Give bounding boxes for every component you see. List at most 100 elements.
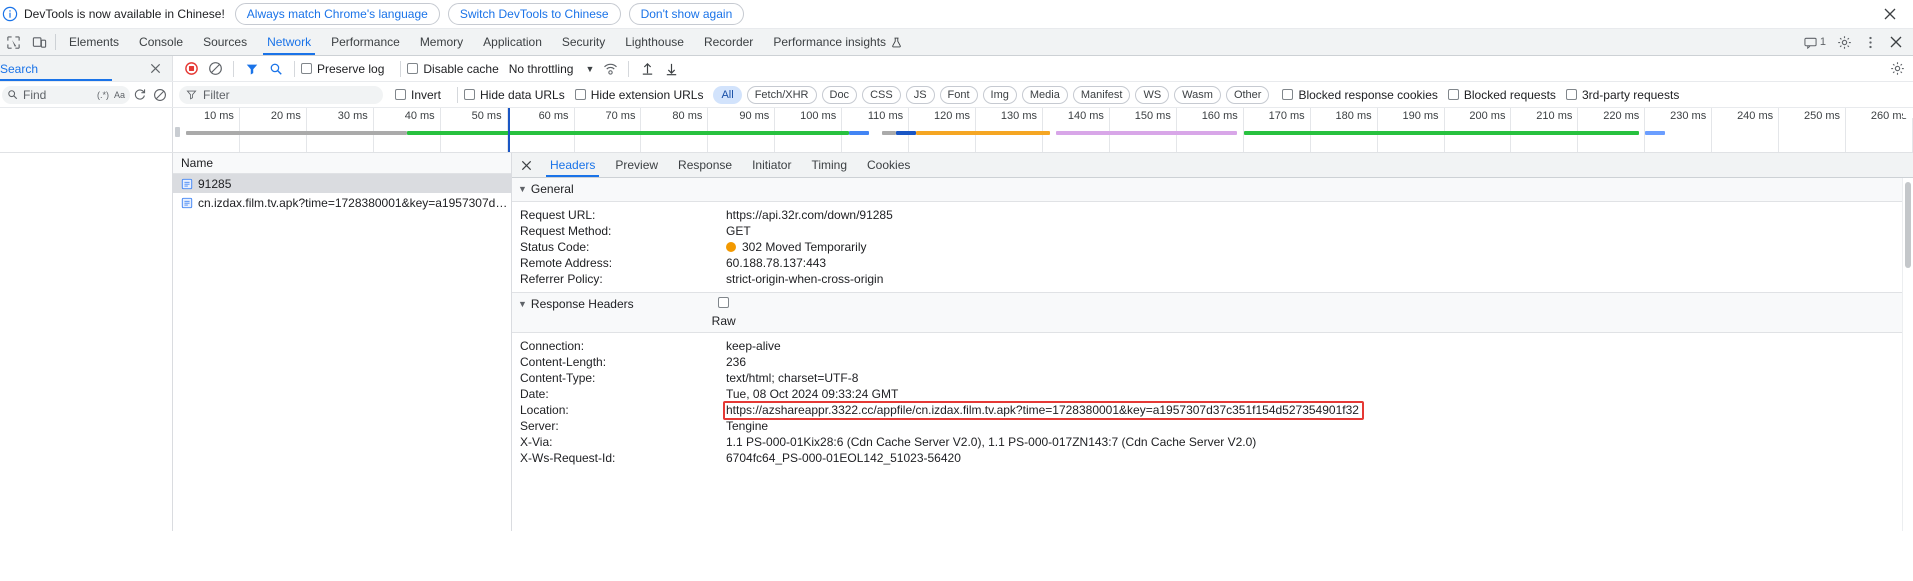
- overview-request-bar: [895, 131, 916, 135]
- filter-type-fetch-xhr[interactable]: Fetch/XHR: [746, 85, 817, 104]
- filter-type-wasm[interactable]: Wasm: [1174, 85, 1221, 104]
- tab-console[interactable]: Console: [129, 29, 193, 55]
- switch-devtools-chinese-button[interactable]: Switch DevTools to Chinese: [447, 3, 621, 25]
- network-settings-gear-icon[interactable]: [1885, 59, 1909, 79]
- overview-tick-label: 70 ms: [605, 110, 636, 122]
- clear-icon[interactable]: [150, 85, 170, 105]
- network-overview[interactable]: 260 ms 250 ms 240 ms 230 ms 220 ms 210 ms 200 …: [0, 108, 1913, 153]
- invert-checkbox[interactable]: Invert: [395, 88, 441, 102]
- filter-type-js[interactable]: JS: [905, 85, 935, 104]
- disable-cache-checkbox[interactable]: Disable cache: [407, 62, 499, 76]
- tab-performance-insights[interactable]: Performance insights: [763, 29, 912, 55]
- details-close-icon[interactable]: [512, 153, 540, 177]
- message-count-button[interactable]: 1: [1796, 36, 1831, 49]
- overview-tick-label: 50 ms: [471, 110, 502, 122]
- refresh-icon[interactable]: [130, 85, 150, 105]
- request-list-header[interactable]: Name: [173, 153, 511, 174]
- search-panel-title: Search: [0, 61, 39, 76]
- filter-type-all[interactable]: All: [713, 85, 742, 104]
- export-har-icon[interactable]: [659, 59, 683, 79]
- tab-lighthouse[interactable]: Lighthouse: [615, 29, 694, 55]
- tab-initiator[interactable]: Initiator: [742, 153, 801, 177]
- response-headers-section-header[interactable]: ▼ Response Headers Raw: [512, 292, 1913, 333]
- tab-performance[interactable]: Performance: [321, 29, 410, 55]
- tab-memory[interactable]: Memory: [410, 29, 473, 55]
- overview-request-bar: [915, 131, 1050, 135]
- overview-timeline-grid[interactable]: 260 ms 250 ms 240 ms 230 ms 220 ms 210 ms 200 …: [172, 108, 1913, 152]
- gear-icon[interactable]: [1831, 35, 1857, 50]
- tab-headers[interactable]: Headers: [540, 153, 605, 177]
- overview-tick-label: 210 ms: [1536, 110, 1573, 122]
- search-panel-close-icon[interactable]: [149, 62, 162, 75]
- filter-type-img[interactable]: Img: [982, 85, 1017, 104]
- infobar-close-icon[interactable]: [1879, 3, 1901, 25]
- tab-timing[interactable]: Timing: [801, 153, 857, 177]
- regex-toggle[interactable]: (.*): [97, 90, 109, 100]
- tab-application[interactable]: Application: [473, 29, 552, 55]
- tab-preview[interactable]: Preview: [605, 153, 668, 177]
- row-key: Status Code:: [520, 240, 590, 254]
- search-icon[interactable]: [264, 59, 288, 79]
- filter-type-css[interactable]: CSS: [862, 85, 901, 104]
- tab-recorder[interactable]: Recorder: [694, 29, 763, 55]
- table-row[interactable]: 91285: [173, 174, 511, 193]
- blocked-requests-checkbox[interactable]: Blocked requests: [1447, 88, 1556, 102]
- filter-input[interactable]: Filter: [179, 85, 383, 104]
- import-har-icon[interactable]: [635, 59, 659, 79]
- general-section-header[interactable]: ▼ General: [512, 178, 1913, 202]
- dont-show-again-button[interactable]: Don't show again: [628, 3, 745, 25]
- raw-toggle[interactable]: Raw: [712, 297, 736, 328]
- record-stop-icon[interactable]: [179, 59, 203, 79]
- column-header-name: Name: [181, 156, 214, 170]
- request-list[interactable]: Name 91285 cn.izdax.film.tv.apk?time=172…: [172, 153, 512, 531]
- search-panel-header[interactable]: Search: [0, 56, 172, 81]
- tab-cookies[interactable]: Cookies: [857, 153, 920, 177]
- network-conditions-icon[interactable]: [598, 59, 622, 79]
- blocked-response-cookies-checkbox[interactable]: Blocked response cookies: [1282, 88, 1438, 102]
- scrollbar-thumb[interactable]: [1905, 182, 1911, 268]
- filter-row: Find (.*) Aa Filter Invert Hide data URL: [0, 82, 1913, 108]
- hide-data-urls-checkbox[interactable]: Hide data URLs: [464, 88, 565, 102]
- beaker-icon: [891, 37, 902, 48]
- tab-response[interactable]: Response: [668, 153, 742, 177]
- tab-network[interactable]: Network: [257, 29, 321, 55]
- tab-sources[interactable]: Sources: [193, 29, 257, 55]
- toolbar-divider-3: [400, 60, 402, 77]
- table-row[interactable]: cn.izdax.film.tv.apk?time=1728380001&key…: [173, 193, 511, 212]
- preserve-log-checkbox[interactable]: Preserve log: [301, 62, 384, 76]
- details-tab-label: Response: [678, 158, 733, 172]
- find-input[interactable]: Find (.*) Aa: [2, 85, 130, 104]
- more-vertical-icon[interactable]: [1857, 35, 1883, 50]
- overview-request-bar: [1645, 131, 1666, 135]
- tab-security[interactable]: Security: [552, 29, 615, 55]
- filter-type-other[interactable]: Other: [1225, 85, 1270, 104]
- hide-extension-urls-checkbox[interactable]: Hide extension URLs: [574, 88, 703, 102]
- always-match-language-button[interactable]: Always match Chrome's language: [234, 3, 440, 25]
- row-value: https://api.32r.com/down/91285: [726, 208, 893, 222]
- checkbox-box[interactable]: [718, 297, 730, 308]
- overview-tick-label: 200 ms: [1469, 110, 1506, 122]
- inspect-element-icon[interactable]: [0, 29, 26, 55]
- filter-type-font[interactable]: Font: [939, 85, 978, 104]
- tab-elements[interactable]: Elements: [59, 29, 129, 55]
- general-row-request-url: Request URL: https://api.32r.com/down/91…: [512, 207, 1913, 223]
- details-scrollbar[interactable]: [1902, 178, 1913, 531]
- third-party-requests-checkbox[interactable]: 3rd-party requests: [1565, 88, 1679, 102]
- row-value: 60.188.78.137:443: [726, 256, 827, 270]
- filter-type-doc[interactable]: Doc: [821, 85, 858, 104]
- match-case-toggle[interactable]: Aa: [114, 90, 125, 100]
- row-key: Connection:: [520, 339, 585, 353]
- filter-type-manifest[interactable]: Manifest: [1072, 85, 1131, 104]
- filter-type-ws[interactable]: WS: [1135, 85, 1170, 104]
- filter-icon[interactable]: [240, 59, 264, 79]
- tab-label: Lighthouse: [625, 35, 684, 49]
- headers-content: ▼ General Request URL: https://api.32r.c…: [512, 178, 1913, 531]
- devtools-close-icon[interactable]: [1883, 35, 1909, 49]
- throttling-dropdown[interactable]: No throttling ▼: [509, 62, 599, 76]
- device-toolbar-icon[interactable]: [26, 29, 52, 55]
- clear-icon[interactable]: [203, 59, 227, 79]
- filter-type-media[interactable]: Media: [1021, 85, 1068, 104]
- overview-tick-label: 120 ms: [933, 110, 971, 122]
- find-bar: Find (.*) Aa: [0, 82, 172, 107]
- general-row-request-method: Request Method: GET: [512, 223, 1913, 239]
